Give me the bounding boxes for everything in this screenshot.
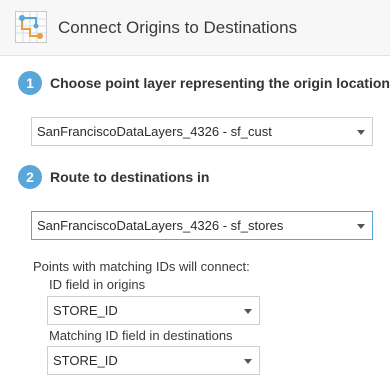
destination-layer-select-value: SanFranciscoDataLayers_4326 - sf_stores: [37, 218, 284, 233]
destinations-id-field-label: Matching ID field in destinations: [49, 328, 233, 343]
chevron-down-icon: [244, 309, 252, 314]
origins-id-field-select[interactable]: STORE_ID: [47, 296, 260, 325]
matching-ids-intro: Points with matching IDs will connect:: [33, 259, 250, 274]
chevron-down-icon: [244, 359, 252, 364]
origin-layer-select-value: SanFranciscoDataLayers_4326 - sf_cust: [37, 124, 272, 139]
destinations-id-field-value: STORE_ID: [53, 353, 118, 368]
destinations-id-field-select[interactable]: STORE_ID: [47, 346, 260, 375]
origins-id-field-label: ID field in origins: [49, 277, 146, 292]
step-2-label: Route to destinations in: [50, 169, 210, 185]
origin-layer-select[interactable]: SanFranciscoDataLayers_4326 - sf_cust: [31, 117, 373, 146]
panel-header: Connect Origins to Destinations: [0, 0, 390, 56]
destination-layer-select[interactable]: SanFranciscoDataLayers_4326 - sf_stores: [31, 211, 373, 240]
connect-origins-destinations-icon: [15, 11, 47, 43]
chevron-down-icon: [357, 224, 365, 229]
step-2-badge: 2: [18, 165, 42, 189]
chevron-down-icon: [357, 130, 365, 135]
step-1-label: Choose point layer representing the orig…: [50, 75, 390, 91]
panel-title: Connect Origins to Destinations: [58, 18, 298, 37]
step-1-badge: 1: [18, 71, 42, 95]
origins-id-field-value: STORE_ID: [53, 303, 118, 318]
